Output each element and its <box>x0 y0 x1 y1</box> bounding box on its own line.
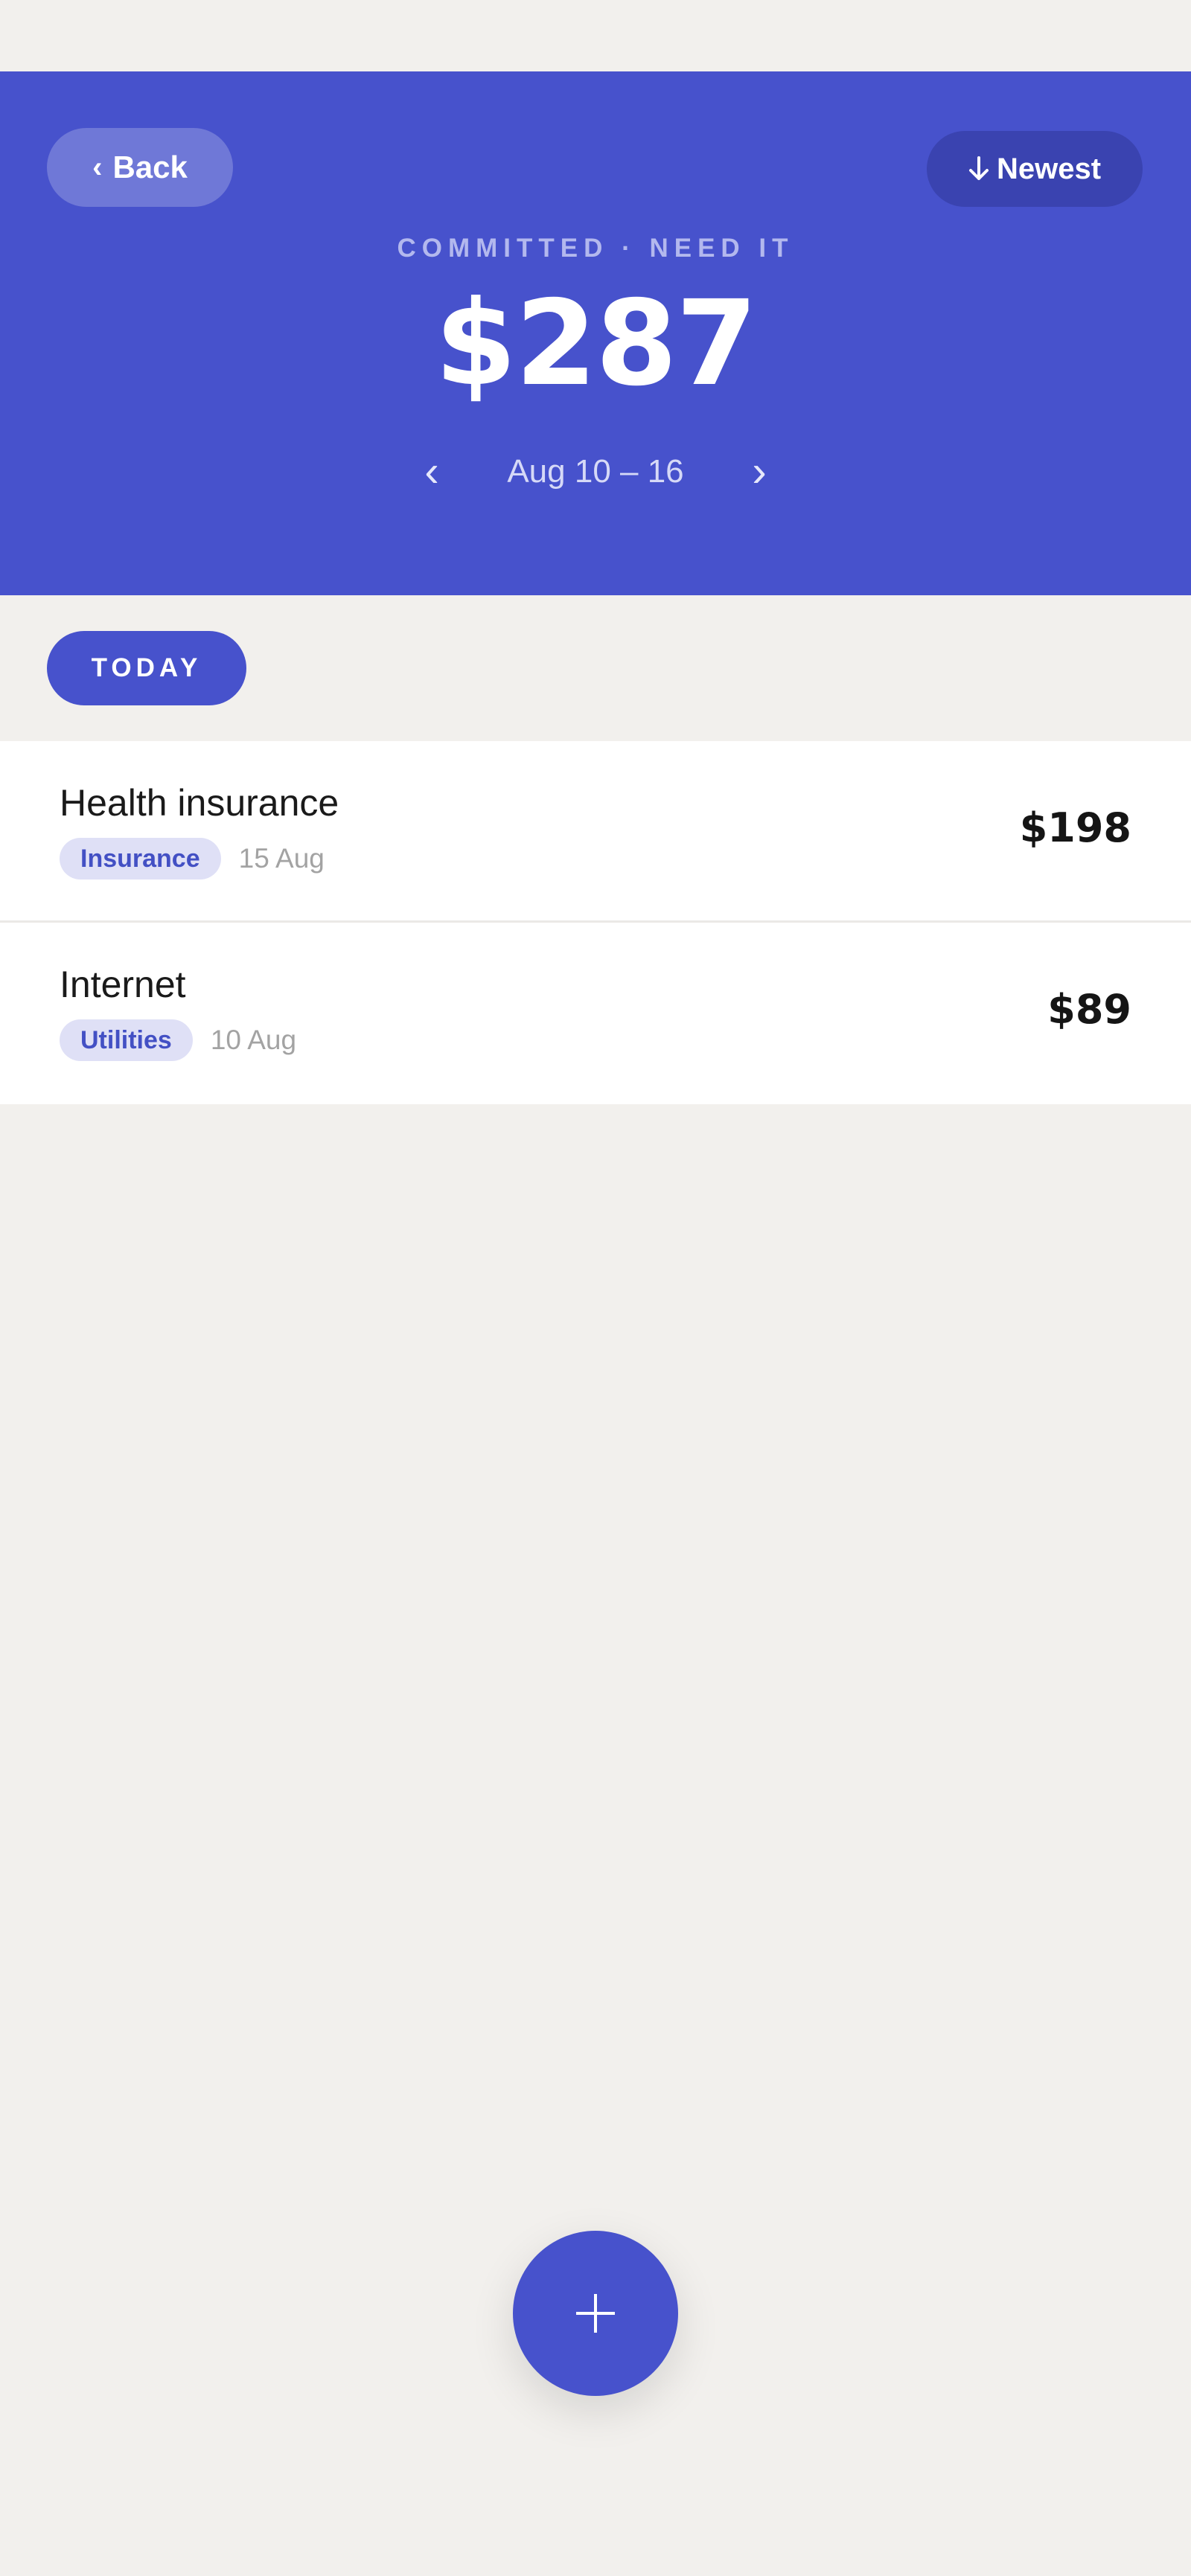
sort-button[interactable]: Newest <box>927 131 1143 207</box>
chevron-left-icon: ‹ <box>92 151 103 184</box>
list-item[interactable]: Health insurance Insurance 15 Aug $198 <box>0 741 1191 923</box>
next-week-button[interactable]: › <box>729 450 789 493</box>
page-subtitle: COMMITTED · NEED IT <box>397 234 794 263</box>
item-amount: $89 <box>1047 986 1131 1033</box>
header: ‹ Back Newest COMMITTED · NEED IT $287 ‹… <box>0 71 1191 595</box>
page: ‹ Back Newest COMMITTED · NEED IT $287 ‹… <box>0 0 1191 2576</box>
total-amount: $287 <box>435 275 758 412</box>
item-date: 15 Aug <box>238 843 325 874</box>
transaction-list: Health insurance Insurance 15 Aug $198 I… <box>0 741 1191 1104</box>
sort-label: Newest <box>996 152 1102 185</box>
category-badge: Insurance <box>60 838 221 880</box>
category-badge: Utilities <box>60 1019 193 1061</box>
arrow-down-icon <box>968 156 989 180</box>
add-transaction-button[interactable] <box>513 2231 678 2396</box>
back-label: Back <box>112 150 188 185</box>
week-navigator: ‹ Aug 10 – 16 › <box>0 448 1191 496</box>
item-date: 10 Aug <box>210 1025 297 1055</box>
section-label-today: TODAY <box>47 631 246 705</box>
back-button[interactable]: ‹ Back <box>47 128 233 207</box>
list-item[interactable]: Internet Utilities 10 Aug $89 <box>0 923 1191 1104</box>
item-title: Internet <box>60 964 186 1005</box>
item-meta: Insurance 15 Aug <box>60 838 325 880</box>
item-meta: Utilities 10 Aug <box>60 1019 296 1061</box>
item-amount: $198 <box>1019 804 1131 851</box>
plus-icon <box>576 2294 615 2333</box>
previous-week-button[interactable]: ‹ <box>402 450 462 493</box>
item-title: Health insurance <box>60 782 339 824</box>
week-range: Aug 10 – 16 <box>507 453 684 490</box>
